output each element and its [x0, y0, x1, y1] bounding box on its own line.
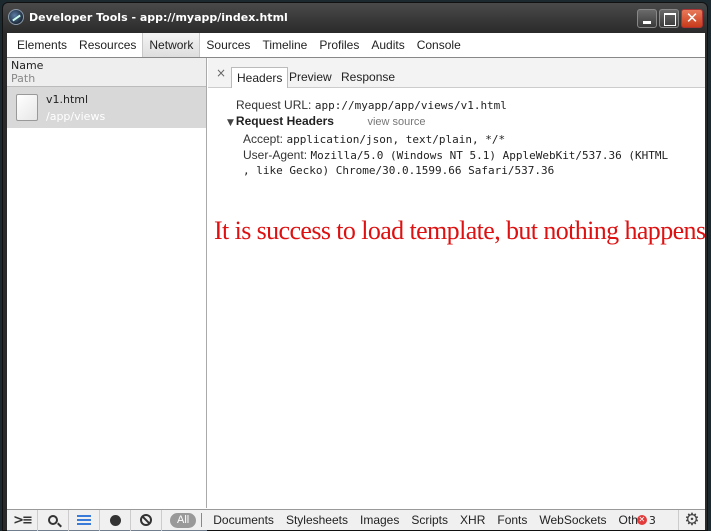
- window-title: Developer Tools - app://myapp/index.html: [29, 11, 288, 24]
- request-url-value: app://myapp/app/views/v1.html: [314, 99, 507, 112]
- tab-timeline[interactable]: Timeline: [256, 33, 313, 57]
- filter-stylesheets[interactable]: Stylesheets: [280, 513, 354, 527]
- filter-scripts[interactable]: Scripts: [405, 513, 454, 527]
- request-url-label: Request URL:: [236, 98, 312, 112]
- large-rows-button[interactable]: [69, 509, 100, 531]
- request-list-pane: Name Path v1.html /app/views 1 requests|…: [7, 58, 207, 531]
- tab-network[interactable]: Network: [142, 33, 201, 57]
- clear-icon: [140, 514, 152, 526]
- maximize-button[interactable]: [659, 9, 679, 28]
- filter-websockets[interactable]: WebSockets: [533, 513, 612, 527]
- bottom-toolbar: >≡ All Documents Stylesheets Images Scri…: [7, 509, 705, 531]
- dock-icon: >≡: [13, 512, 33, 528]
- tab-headers[interactable]: Headers: [231, 67, 289, 88]
- header-value: Mozilla/5.0 (Windows NT 5.1) AppleWebKit…: [310, 149, 669, 162]
- close-window-button[interactable]: ✕: [681, 9, 703, 28]
- tab-elements[interactable]: Elements: [11, 33, 73, 57]
- request-path: /app/views: [46, 110, 106, 123]
- close-detail-icon[interactable]: ×: [216, 66, 226, 80]
- tab-console[interactable]: Console: [411, 33, 467, 57]
- app-icon: [8, 9, 24, 25]
- gear-icon: ⚙: [684, 510, 700, 530]
- tab-response[interactable]: Response: [336, 67, 400, 88]
- clear-button[interactable]: [131, 509, 162, 531]
- record-icon: [109, 514, 121, 526]
- error-counter[interactable]: ✕ 3: [636, 513, 656, 527]
- header-value: application/json, text/plain, */*: [286, 133, 506, 146]
- devtools-window: Developer Tools - app://myapp/index.html…: [2, 2, 708, 531]
- header-user-agent-continued: , like Gecko) Chrome/30.0.1599.66 Safari…: [243, 164, 554, 177]
- filter-xhr[interactable]: XHR: [454, 513, 491, 527]
- disclosure-triangle-icon[interactable]: ▼: [227, 118, 234, 128]
- minimize-button[interactable]: [637, 9, 657, 28]
- devtools-client: Elements Resources Network Sources Timel…: [7, 33, 706, 531]
- header-value-continuation: , like Gecko) Chrome/30.0.1599.66 Safari…: [243, 164, 555, 177]
- document-icon: [16, 94, 38, 121]
- title-bar[interactable]: Developer Tools - app://myapp/index.html…: [3, 3, 707, 33]
- tab-preview[interactable]: Preview: [284, 67, 337, 88]
- request-headers-title: Request Headers: [235, 114, 334, 128]
- search-icon: [48, 515, 58, 525]
- error-count: 3: [648, 513, 656, 527]
- tab-resources[interactable]: Resources: [73, 33, 142, 57]
- header-name: User-Agent:: [243, 148, 308, 162]
- header-name: Accept:: [243, 132, 284, 146]
- detail-tab-bar: × Headers Preview Response: [208, 58, 705, 88]
- dock-button[interactable]: >≡: [7, 509, 38, 531]
- filter-all[interactable]: All: [170, 512, 197, 528]
- filter-documents[interactable]: Documents: [207, 513, 280, 527]
- header-accept: Accept: application/json, text/plain, */…: [243, 132, 505, 146]
- request-detail-pane: × Headers Preview Response Request URL: …: [208, 58, 706, 508]
- search-button[interactable]: [38, 509, 69, 531]
- settings-button[interactable]: ⚙: [678, 510, 705, 530]
- main-tab-bar: Elements Resources Network Sources Timel…: [7, 33, 705, 58]
- tab-sources[interactable]: Sources: [200, 33, 256, 57]
- tab-profiles[interactable]: Profiles: [313, 33, 365, 57]
- header-user-agent: User-Agent: Mozilla/5.0 (Windows NT 5.1)…: [243, 148, 668, 162]
- filter-images[interactable]: Images: [354, 513, 405, 527]
- tab-audits[interactable]: Audits: [365, 33, 410, 57]
- list-icon: [77, 515, 91, 525]
- request-headers-section[interactable]: ▼ Request Headers view source: [227, 114, 426, 128]
- path-header-label: Path: [11, 72, 36, 85]
- name-header-label: Name: [11, 59, 44, 72]
- annotation-text: It is success to load template, but noth…: [214, 216, 706, 245]
- request-url-line: Request URL: app://myapp/app/views/v1.ht…: [236, 98, 507, 112]
- view-source-link[interactable]: view source: [367, 116, 425, 128]
- record-button[interactable]: [100, 509, 131, 531]
- request-row[interactable]: v1.html /app/views: [7, 87, 206, 128]
- name-column-header[interactable]: Name Path: [7, 58, 206, 87]
- request-name: v1.html: [46, 93, 89, 106]
- filter-divider: [201, 513, 203, 527]
- filter-other[interactable]: Oth: [613, 513, 638, 527]
- filter-fonts[interactable]: Fonts: [491, 513, 533, 527]
- error-icon: ✕: [636, 515, 647, 525]
